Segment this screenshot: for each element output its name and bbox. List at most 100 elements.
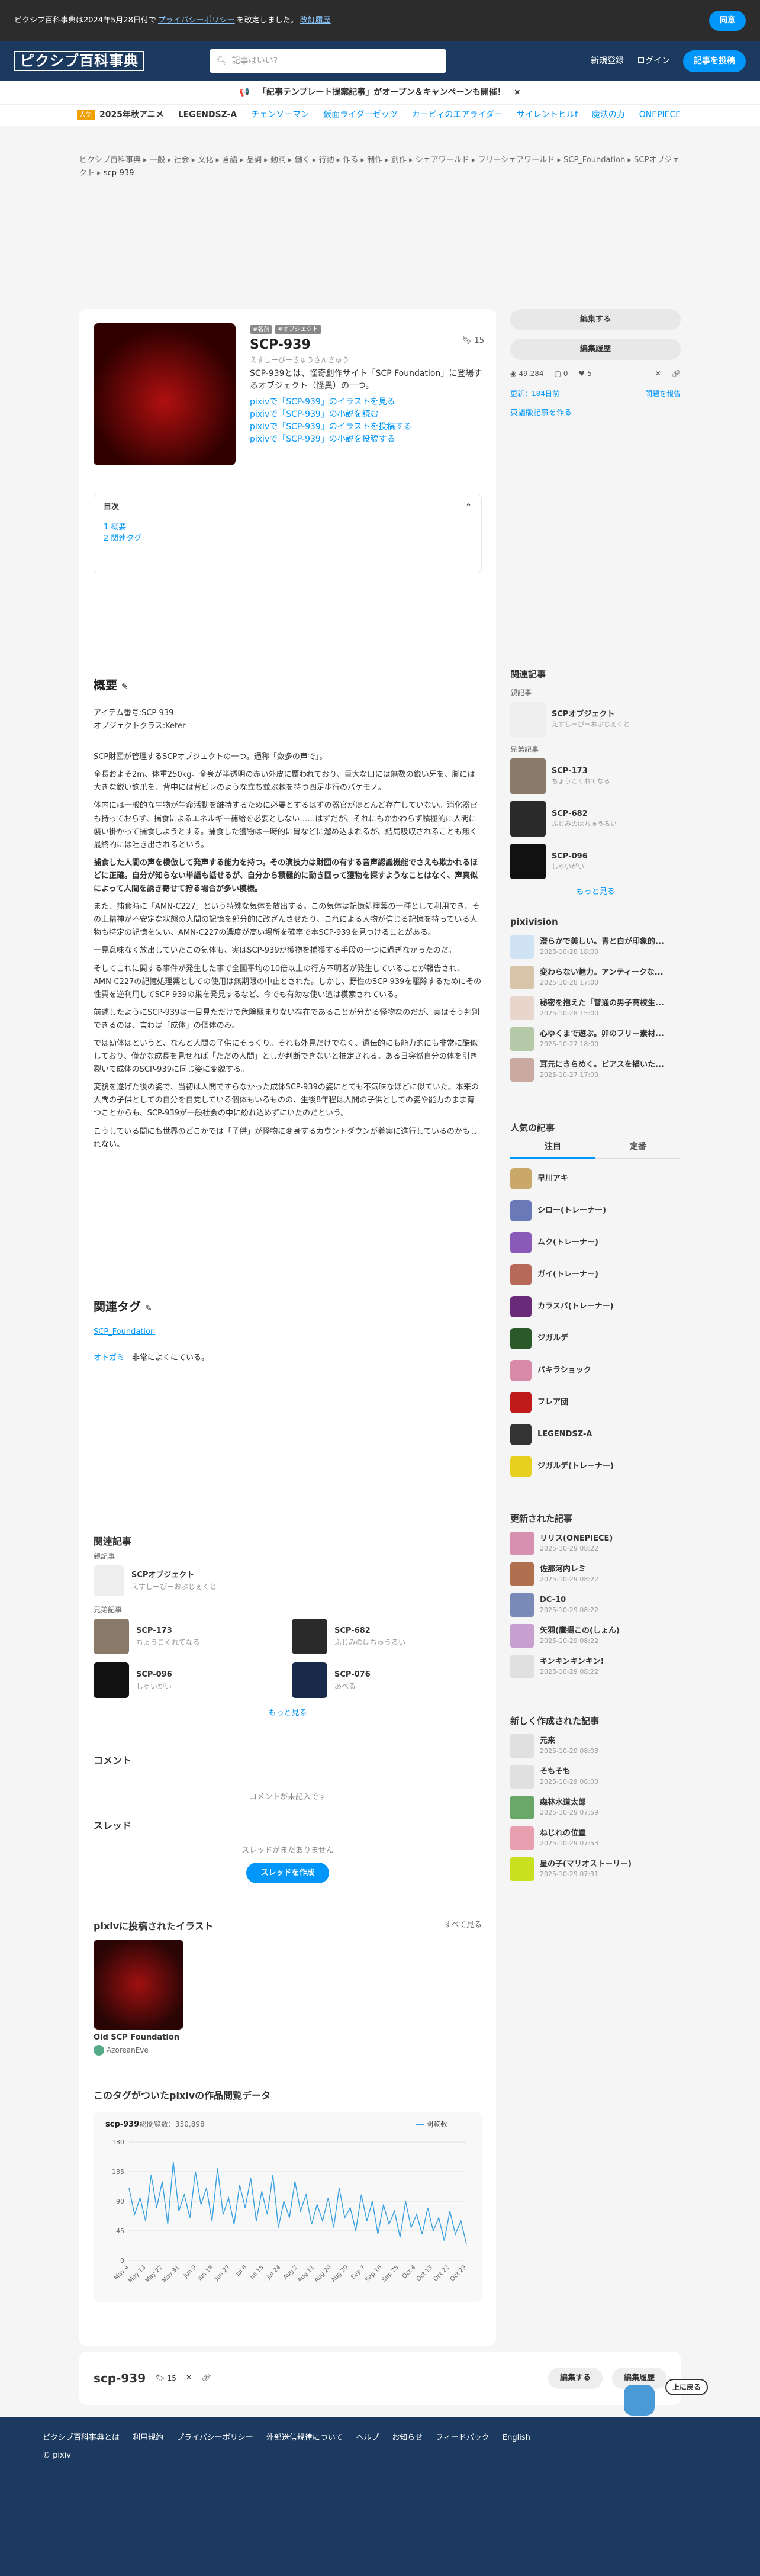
register-link[interactable]: 新規登録 bbox=[591, 55, 624, 67]
updated-item[interactable]: 矢羽(鷹揚この(しょん) 2025-10-29 08:22 bbox=[510, 1623, 681, 1648]
sidebar-sibling-item[interactable]: SCP-173 ちょうこくれてなる bbox=[510, 758, 681, 794]
popular-item[interactable]: ジガルデ bbox=[510, 1327, 681, 1349]
breadcrumb-item[interactable]: 社会 bbox=[174, 156, 189, 165]
illust-title[interactable]: Old SCP Foundation bbox=[94, 2032, 183, 2044]
sidebar-more-link[interactable]: もっと見る bbox=[576, 887, 614, 896]
bookmark-icon[interactable]: 🔖︎ bbox=[462, 336, 472, 345]
new-item[interactable]: 森林水道太郎 2025-10-29 07:59 bbox=[510, 1795, 681, 1819]
breadcrumb-item[interactable]: フリーシェアワールド bbox=[478, 156, 555, 165]
report-link[interactable]: 問題を報告 bbox=[645, 388, 681, 399]
breadcrumb-item[interactable]: 制作 bbox=[367, 156, 382, 165]
breadcrumb-item[interactable]: 言語 bbox=[222, 156, 237, 165]
link-icon[interactable]: 🔗︎ bbox=[202, 2372, 212, 2384]
search-input[interactable]: 🔍︎ 記事はいい? bbox=[210, 49, 446, 73]
popular-item[interactable]: カラスバ(トレーナー) bbox=[510, 1295, 681, 1317]
pixivision-item[interactable]: 澄らかで美しい。青と白が印象的... 2025-10-28 18:00 bbox=[510, 934, 681, 959]
pixiv-novel-link[interactable]: pixivで「SCP-939」の小説を読む bbox=[250, 409, 484, 421]
breadcrumb-item[interactable]: 行動 bbox=[319, 156, 334, 165]
trending-tag[interactable]: LEGENDSZ-A bbox=[178, 109, 237, 121]
footer-link[interactable]: 外部送信規律について bbox=[266, 2432, 343, 2444]
breadcrumb-item[interactable]: 文化 bbox=[198, 156, 213, 165]
pixivision-item[interactable]: 秘密を抱えた「普通の男子高校生... 2025-10-28 15:00 bbox=[510, 996, 681, 1020]
post-illust-link[interactable]: pixivで「SCP-939」のイラストを投稿する bbox=[250, 421, 484, 433]
footer-link[interactable]: プライバシーポリシー bbox=[176, 2432, 253, 2444]
sidebar-sibling-item[interactable]: SCP-096 しゃいがい bbox=[510, 843, 681, 879]
breadcrumb-item[interactable]: 作る bbox=[343, 156, 358, 165]
breadcrumb-item[interactable]: 品詞 bbox=[246, 156, 262, 165]
x-share-icon[interactable]: ✕ bbox=[655, 368, 661, 379]
breadcrumb-item[interactable]: 動詞 bbox=[270, 156, 286, 165]
see-also-link[interactable]: オトガミ bbox=[94, 1353, 124, 1362]
edit-history-button[interactable]: 編集履歴 bbox=[510, 339, 681, 360]
agree-button[interactable]: 同意 bbox=[709, 11, 746, 31]
related-tag-link[interactable]: SCP_Foundation bbox=[94, 1327, 155, 1336]
popular-item[interactable]: ジガルデ(トレーナー) bbox=[510, 1455, 681, 1477]
trending-tag[interactable]: サイレントヒルf bbox=[517, 109, 578, 121]
new-item[interactable]: 元来 2025-10-29 08:03 bbox=[510, 1734, 681, 1758]
pencil-icon[interactable]: ✎ bbox=[145, 1304, 152, 1313]
login-link[interactable]: ログイン bbox=[637, 55, 670, 67]
breadcrumb-item[interactable]: 一般 bbox=[150, 156, 165, 165]
popular-item[interactable]: シロー(トレーナー) bbox=[510, 1199, 681, 1221]
sibling-card[interactable]: SCP-076 あべる bbox=[292, 1662, 482, 1698]
banner-text[interactable]: 「記事テンプレート提案記事」がオープン＆キャンペーンも開催！ bbox=[258, 86, 505, 99]
english-article-link[interactable]: 英語版記事を作る bbox=[510, 409, 572, 417]
footer-link[interactable]: English bbox=[503, 2432, 530, 2444]
more-link[interactable]: もっと見る bbox=[268, 1709, 307, 1718]
chevron-up-icon[interactable]: ⌃ bbox=[465, 501, 472, 513]
popular-item[interactable]: 早川アキ bbox=[510, 1168, 681, 1189]
sidebar-parent-item[interactable]: SCPオブジェクト えすしーぴーおぶじぇくと bbox=[510, 701, 681, 737]
bookmark-icon[interactable]: 🔖︎ bbox=[155, 2372, 165, 2384]
updated-item[interactable]: キンキンキンキン! 2025-10-29 08:22 bbox=[510, 1654, 681, 1678]
close-icon[interactable]: × bbox=[514, 86, 521, 99]
pixiv-illust-link[interactable]: pixivで「SCP-939」のイラストを見る bbox=[250, 396, 484, 409]
trending-tag[interactable]: カービィのエアライダー bbox=[412, 109, 503, 121]
site-logo[interactable]: ピクシブ百科事典 bbox=[14, 51, 144, 71]
breadcrumb-item[interactable]: シェアワールド bbox=[416, 156, 469, 165]
popular-item[interactable]: パキラショック bbox=[510, 1359, 681, 1381]
privacy-policy-link[interactable]: プライバシーポリシー bbox=[158, 15, 235, 27]
x-share-icon[interactable]: ✕ bbox=[186, 2372, 192, 2384]
breadcrumb-item[interactable]: ピクシブ百科事典 bbox=[79, 156, 141, 165]
breadcrumb-item[interactable]: 創作 bbox=[391, 156, 407, 165]
updated-date[interactable]: 更新：184日前 bbox=[510, 388, 559, 399]
mascot[interactable]: 上に戻る bbox=[620, 2379, 709, 2417]
breadcrumb-item[interactable]: 働く bbox=[295, 156, 310, 165]
revision-history-link[interactable]: 改訂履歴 bbox=[300, 15, 331, 27]
footer-link[interactable]: お知らせ bbox=[392, 2432, 423, 2444]
parent-article-card[interactable]: SCPオブジェクト えすしーぴーおぶじぇくと bbox=[94, 1565, 482, 1596]
new-item[interactable]: ねじれの位置 2025-10-29 07:53 bbox=[510, 1826, 681, 1850]
updated-item[interactable]: リリス(ONEPIECE) 2025-10-29 08:22 bbox=[510, 1531, 681, 1555]
footer-link[interactable]: 利用規約 bbox=[133, 2432, 163, 2444]
scroll-top-button[interactable]: 上に戻る bbox=[665, 2379, 709, 2395]
article-thumbnail[interactable] bbox=[94, 323, 236, 465]
tab-attention[interactable]: 注目 bbox=[510, 1141, 595, 1159]
sibling-card[interactable]: SCP-096 しゃいがい bbox=[94, 1662, 284, 1698]
bookmark-count[interactable]: 🔖︎ 15 bbox=[462, 335, 484, 347]
footer-link[interactable]: ピクシブ百科事典とは bbox=[43, 2432, 120, 2444]
tab-regular[interactable]: 定番 bbox=[595, 1141, 681, 1159]
pixivision-item[interactable]: 耳元にきらめく。ピアスを描いた... 2025-10-27 17:00 bbox=[510, 1057, 681, 1082]
illust-user[interactable]: AzoreanEve bbox=[107, 2046, 149, 2054]
trending-tag[interactable]: 仮面ライダーゼッツ bbox=[323, 109, 397, 121]
footer-link[interactable]: フィードバック bbox=[436, 2432, 490, 2444]
toc-item[interactable]: 1 概要 bbox=[104, 522, 472, 533]
pixivision-item[interactable]: 心ゆくまで遊ぶ。卯のフリー素材... 2025-10-27 18:00 bbox=[510, 1027, 681, 1051]
updated-item[interactable]: DC-10 2025-10-29 08:22 bbox=[510, 1593, 681, 1617]
new-item[interactable]: 星の子(マリオストーリー) 2025-10-29 07:31 bbox=[510, 1857, 681, 1881]
illust-thumbnail[interactable] bbox=[94, 1940, 183, 2030]
user-avatar[interactable] bbox=[94, 2045, 104, 2056]
trending-tag[interactable]: 2025年秋アニメ bbox=[99, 109, 164, 121]
post-article-button[interactable]: 記事を投稿 bbox=[683, 50, 746, 72]
bottom-edit-button[interactable]: 編集する bbox=[548, 2368, 603, 2389]
sibling-card[interactable]: SCP-682 ふじみのはちゅうるい bbox=[292, 1619, 482, 1654]
edit-button[interactable]: 編集する bbox=[510, 309, 681, 330]
new-item[interactable]: そもそも 2025-10-29 08:00 bbox=[510, 1764, 681, 1789]
popular-item[interactable]: フレア団 bbox=[510, 1391, 681, 1413]
footer-link[interactable]: ヘルプ bbox=[356, 2432, 379, 2444]
popular-item[interactable]: LEGENDSZ-A bbox=[510, 1423, 681, 1445]
updated-item[interactable]: 佐那河内レミ 2025-10-29 08:22 bbox=[510, 1562, 681, 1586]
see-all-link[interactable]: すべて見る bbox=[444, 1919, 482, 1934]
trending-tag[interactable]: チェンソーマン bbox=[251, 109, 309, 121]
sidebar-sibling-item[interactable]: SCP-682 ふじみのはちゅうるい bbox=[510, 800, 681, 837]
